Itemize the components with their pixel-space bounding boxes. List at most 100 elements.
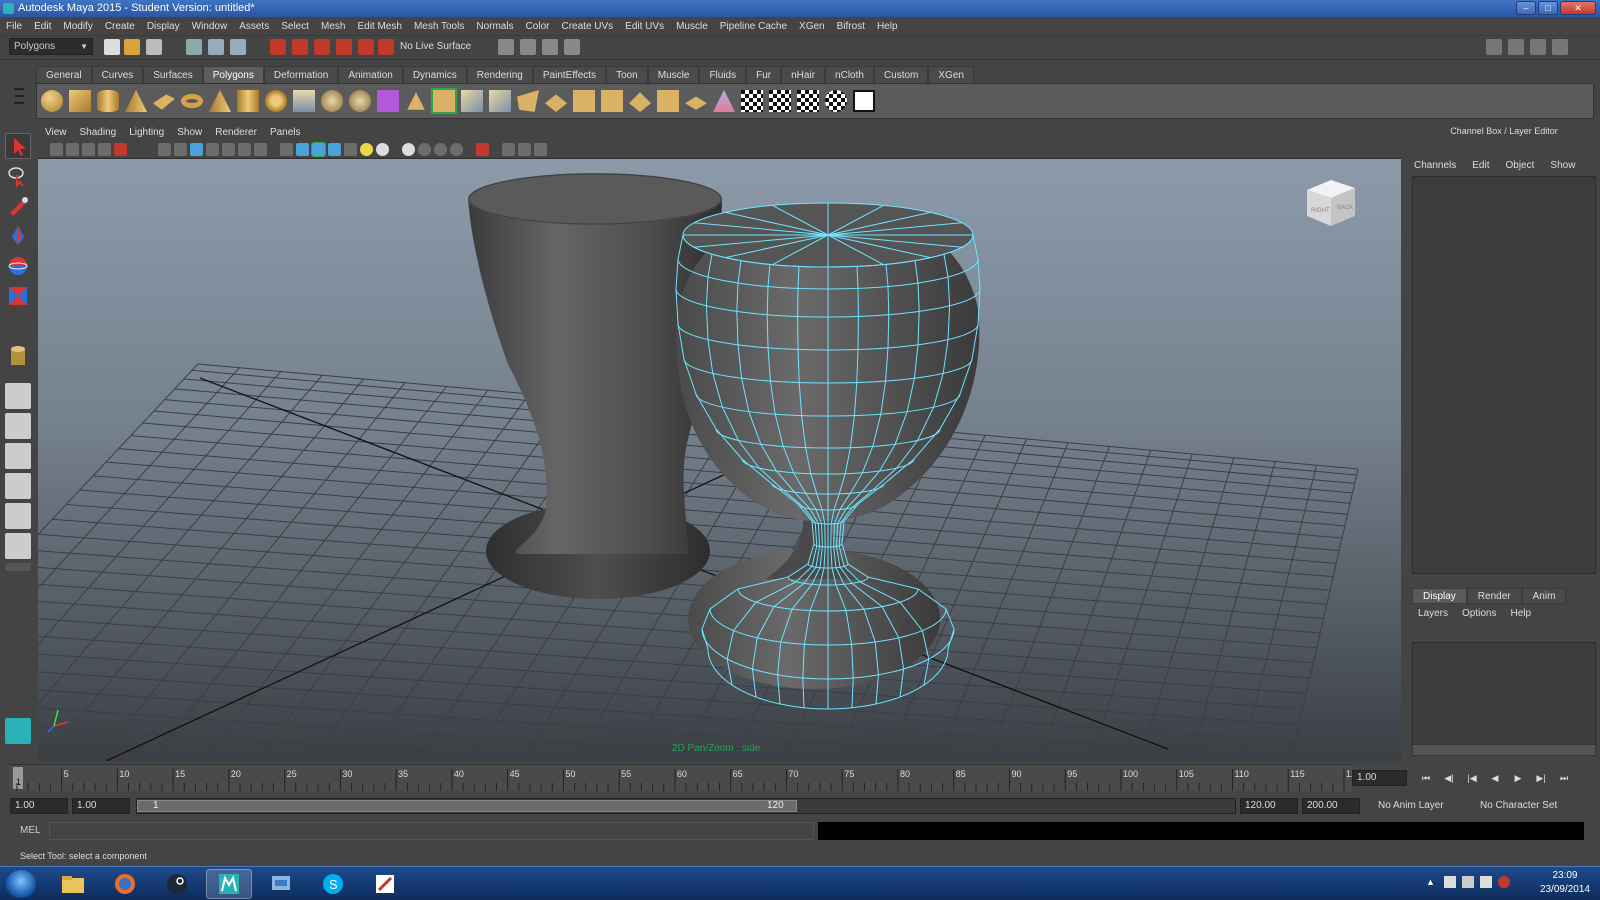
step-forward-frame-button[interactable]: ▶| [1533, 770, 1549, 786]
shelf-tab-polygons[interactable]: Polygons [202, 66, 264, 83]
bridge-icon[interactable] [431, 88, 457, 114]
xray-joints-icon[interactable] [518, 143, 531, 156]
default-light-icon[interactable] [360, 143, 373, 156]
volume-icon[interactable] [1480, 876, 1492, 888]
panel-menu-panels[interactable]: Panels [270, 127, 301, 138]
antivirus-icon[interactable] [1498, 876, 1510, 888]
range-slider[interactable]: 1 120 [136, 798, 1236, 814]
isolate-select-icon[interactable] [476, 143, 489, 156]
shelf-tab-custom[interactable]: Custom [873, 66, 929, 83]
shelf-tab-painteffects[interactable]: PaintEffects [532, 66, 607, 83]
shelf-tab-ncloth[interactable]: nCloth [825, 66, 874, 83]
minimize-button[interactable]: – [1516, 1, 1536, 15]
select-object-icon[interactable] [208, 39, 224, 55]
taskbar-steam[interactable] [154, 869, 200, 899]
poly-soccer-ball-icon[interactable] [265, 90, 287, 112]
layer-tab-render[interactable]: Render [1466, 588, 1522, 604]
select-hierarchy-icon[interactable] [186, 39, 202, 55]
append-polygon-icon[interactable] [461, 90, 483, 112]
menu-muscle[interactable]: Muscle [676, 21, 708, 32]
camera-attributes-icon[interactable] [66, 143, 79, 156]
layout-four-icon[interactable] [5, 413, 31, 439]
panel-menu-renderer[interactable]: Renderer [215, 127, 257, 138]
anim-layer-dropdown[interactable]: No Anim Layer [1378, 800, 1444, 811]
film-gate-icon[interactable] [174, 143, 187, 156]
menu-mesh[interactable]: Mesh [321, 21, 345, 32]
snap-curve-icon[interactable] [292, 39, 308, 55]
poly-cone-icon[interactable] [125, 90, 147, 112]
clock[interactable]: 23:09 23/09/2014 [1540, 869, 1590, 897]
layout-hypershade-icon[interactable] [5, 503, 31, 529]
field-chart-icon[interactable] [222, 143, 235, 156]
image-plane-icon[interactable] [98, 143, 111, 156]
tray-expand-icon[interactable]: ▲ [1426, 877, 1435, 887]
menu-color[interactable]: Color [526, 21, 550, 32]
menu-display[interactable]: Display [147, 21, 180, 32]
snap-surface-icon[interactable] [358, 39, 374, 55]
shelf-tab-rendering[interactable]: Rendering [466, 66, 533, 83]
scale-tool[interactable] [5, 283, 31, 309]
open-scene-icon[interactable] [124, 39, 140, 55]
play-forwards-button[interactable]: ▶ [1510, 770, 1526, 786]
menu-assets[interactable]: Assets [239, 21, 269, 32]
boolean-icon[interactable] [377, 90, 399, 112]
poly-plane-icon[interactable] [153, 94, 175, 110]
action-center-icon[interactable] [1444, 876, 1456, 888]
layout-persp-graph-icon[interactable] [5, 533, 31, 559]
maximize-button[interactable]: □ [1538, 1, 1558, 15]
taskbar-control-panel[interactable] [258, 869, 304, 899]
shelf-tab-nhair[interactable]: nHair [781, 66, 826, 83]
play-backwards-button[interactable]: ◀ [1487, 770, 1503, 786]
poly-sphere-icon[interactable] [41, 90, 63, 112]
shelf-tab-deformation[interactable]: Deformation [263, 66, 339, 83]
select-tool[interactable] [5, 133, 31, 159]
menu-edit-uvs[interactable]: Edit UVs [625, 21, 664, 32]
panel-menu-lighting[interactable]: Lighting [129, 127, 164, 138]
rotate-tool[interactable] [5, 253, 31, 279]
menu-create[interactable]: Create [105, 21, 135, 32]
uv-editor-icon[interactable] [853, 90, 875, 112]
extrude-icon[interactable] [407, 92, 425, 110]
uv-checker-icon[interactable] [741, 90, 763, 112]
poly-cube-icon[interactable] [69, 90, 91, 112]
menu-mesh-tools[interactable]: Mesh Tools [414, 21, 464, 32]
layout-outliner-icon[interactable] [5, 443, 31, 469]
time-slider[interactable]: 1 5 10 15 20 25 30 35 40 45 50 55 60 65 70 75 80 85 90 95 1… [9, 764, 1352, 792]
screen-space-ao-icon[interactable] [418, 143, 431, 156]
snap-grid-icon[interactable] [270, 39, 286, 55]
poly-pipe-icon[interactable] [237, 90, 259, 112]
layout-more-icon[interactable] [5, 563, 31, 571]
xray-icon[interactable] [502, 143, 515, 156]
textured-icon[interactable] [328, 143, 341, 156]
bevel-icon[interactable] [545, 94, 567, 112]
taskbar-paint[interactable] [362, 869, 408, 899]
shadows-icon[interactable] [402, 143, 415, 156]
menu-window[interactable]: Window [192, 21, 228, 32]
mel-input[interactable] [49, 822, 814, 840]
layer-scrollbar[interactable] [1412, 744, 1596, 756]
layers-options-menu[interactable]: Options [1462, 608, 1496, 619]
view-cube[interactable]: RIGHT BACK [1301, 172, 1361, 232]
render-settings-icon[interactable] [564, 39, 580, 55]
layout-single-icon[interactable] [5, 383, 31, 409]
windows-start-icon[interactable] [6, 870, 36, 898]
shelf-tab-fur[interactable]: Fur [746, 66, 782, 83]
menu-help[interactable]: Help [877, 21, 898, 32]
taskbar-explorer[interactable] [50, 869, 96, 899]
channel-box-toggle-icon[interactable] [1552, 39, 1568, 55]
menu-edit[interactable]: Edit [34, 21, 51, 32]
menu-set-dropdown[interactable]: Polygons ▼ [9, 38, 93, 55]
playback-start-field[interactable]: 1.00 [72, 798, 130, 814]
make-live-icon[interactable] [378, 39, 394, 55]
taskbar-skype[interactable]: S [310, 869, 356, 899]
paint-select-tool[interactable] [5, 193, 31, 219]
shelf-tab-surfaces[interactable]: Surfaces [143, 66, 203, 83]
shelf-tab-curves[interactable]: Curves [91, 66, 144, 83]
taskbar-firefox[interactable] [102, 869, 148, 899]
menu-bifrost[interactable]: Bifrost [837, 21, 865, 32]
last-tool[interactable] [5, 343, 31, 369]
xray-components-icon[interactable] [534, 143, 547, 156]
cb-show-menu[interactable]: Show [1550, 160, 1575, 171]
menu-create-uvs[interactable]: Create UVs [561, 21, 613, 32]
wireframe-on-shaded-icon[interactable] [311, 142, 326, 157]
